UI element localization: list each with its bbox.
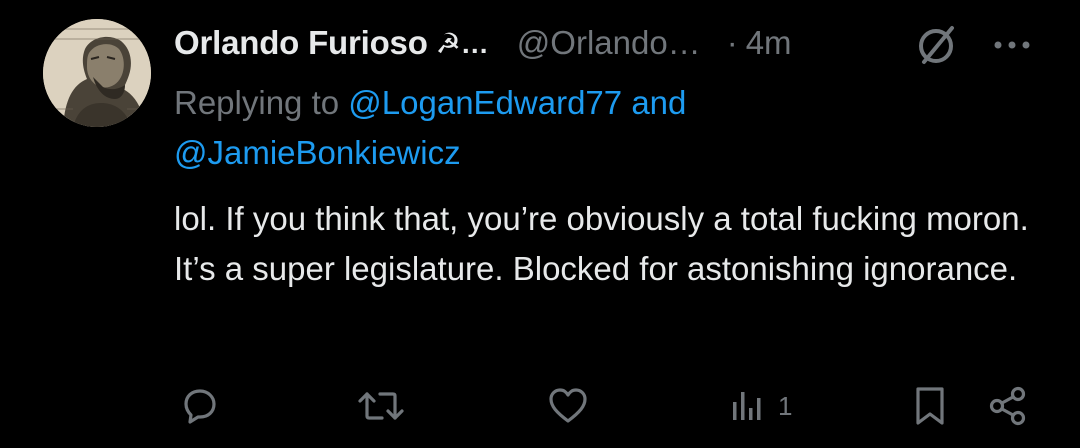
share-icon [989, 386, 1026, 426]
views-button[interactable]: 1 [730, 380, 792, 432]
separator-dot: · [726, 24, 738, 61]
bookmark-button[interactable] [910, 380, 950, 432]
tweet-text: lol. If you think that, you’re obviously… [174, 200, 1029, 287]
mention-link-2[interactable]: @JamieBonkiewicz [174, 134, 461, 171]
views-count: 1 [778, 390, 793, 421]
like-icon [549, 388, 587, 423]
tweet[interactable]: Orlando Furioso ☭… @Orlando… · 4m Replyi… [0, 0, 1080, 448]
grok-icon[interactable] [914, 22, 960, 68]
reply-button[interactable] [178, 380, 222, 432]
avatar[interactable] [43, 19, 151, 127]
display-name[interactable]: Orlando Furioso [174, 24, 428, 62]
user-handle[interactable]: @Orlando… [517, 24, 701, 62]
share-button[interactable] [986, 380, 1030, 432]
action-bar: 1 [0, 380, 1080, 432]
mention-link-1[interactable]: @LoganEdward77 [348, 84, 622, 121]
like-button[interactable] [546, 380, 590, 432]
reply-icon [184, 389, 216, 424]
views-icon [733, 392, 761, 420]
hammer-sickle-emoji: ☭… [435, 27, 489, 59]
replying-and[interactable]: and [631, 84, 686, 121]
retweet-button[interactable] [356, 380, 406, 432]
bookmark-icon [916, 387, 944, 425]
replying-to-line: Replying to @LoganEdward77 and @JamieBon… [174, 78, 1034, 178]
replying-prefix: Replying to [174, 84, 340, 121]
more-icon[interactable] [990, 30, 1034, 60]
timestamp[interactable]: 4m [746, 24, 792, 62]
retweet-icon [358, 392, 404, 420]
